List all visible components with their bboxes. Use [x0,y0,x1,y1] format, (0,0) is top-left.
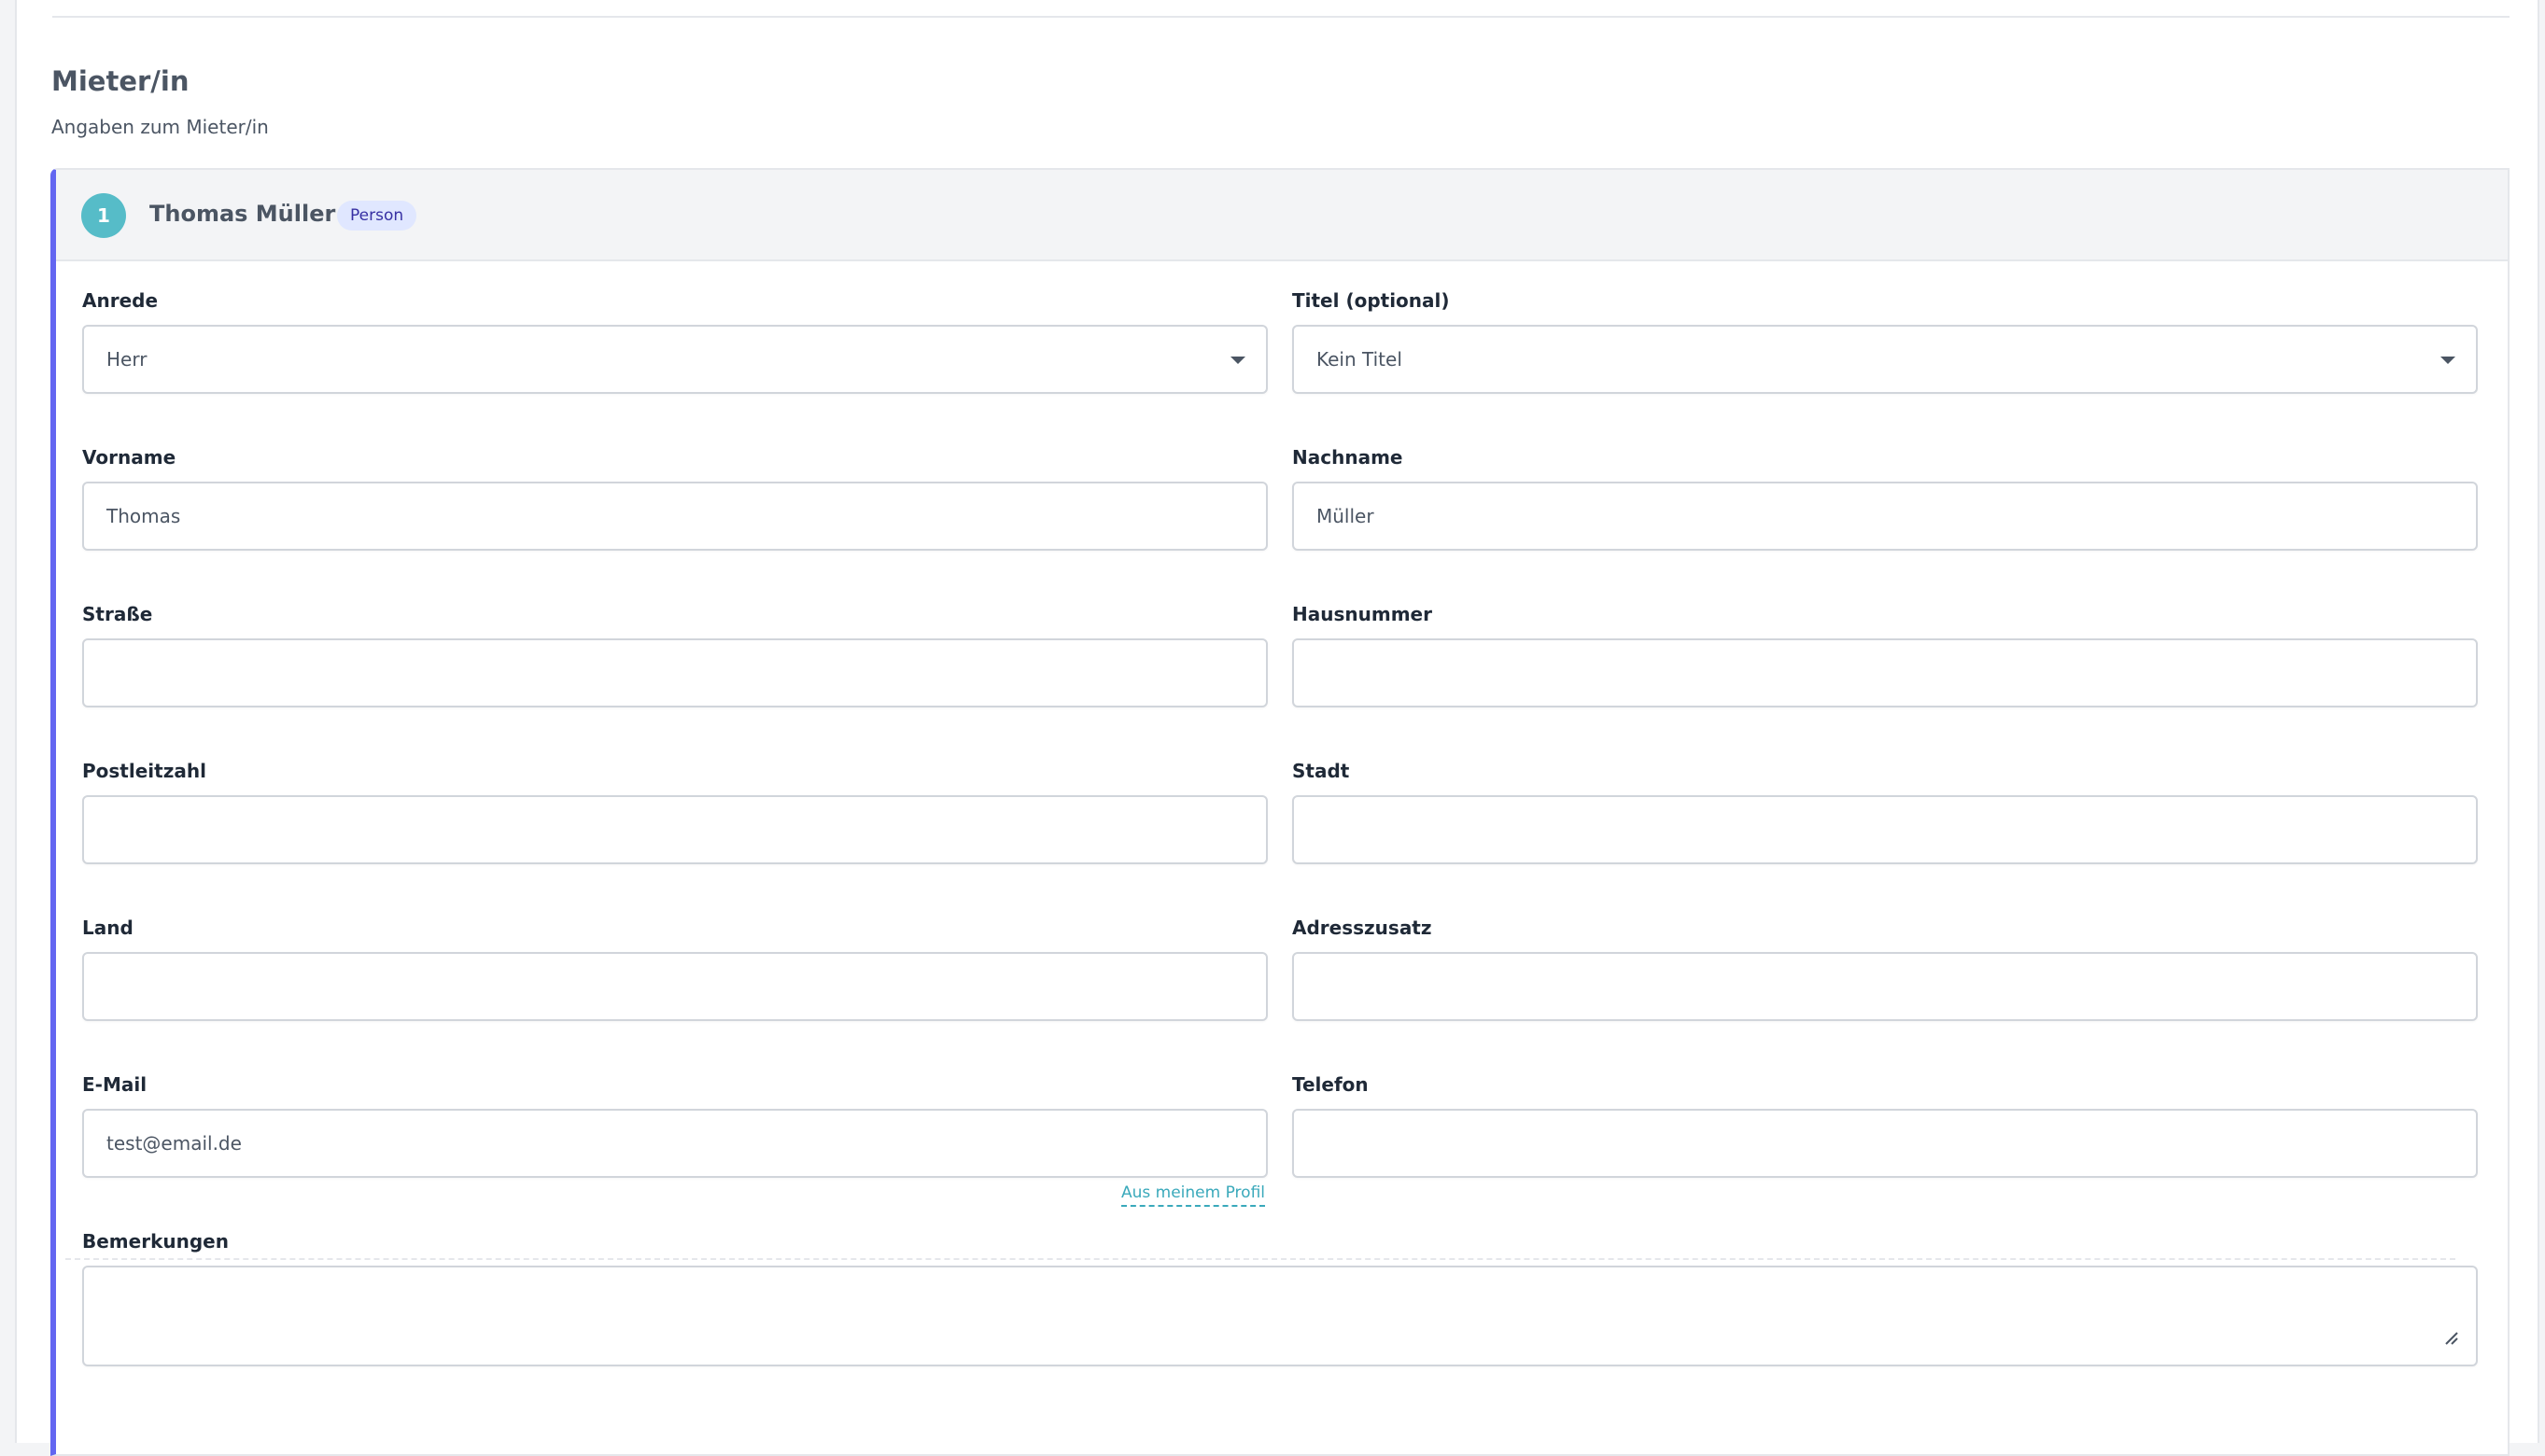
titel-select[interactable]: Kein Titel [1292,325,2478,394]
from-profile-link[interactable]: Aus meinem Profil [1121,1183,1266,1208]
email-value: test@email.de [106,1132,242,1155]
tenant-type-badge: Person [337,201,417,231]
section-title: Mieter/in [51,65,190,97]
anrede-select[interactable]: Herr [82,325,1268,394]
chevron-down-icon [1230,357,1245,364]
stadt-input[interactable] [1292,795,2478,864]
hausnummer-label: Hausnummer [1292,603,1432,625]
tenant-card-header[interactable]: 1 Thomas Müller Person [56,170,2508,261]
page: Mieter/in Angaben zum Mieter/in 1 Thomas… [15,0,2539,1456]
vorname-label: Vorname [82,446,176,469]
top-divider [52,16,2510,18]
bemerkungen-textarea[interactable] [82,1266,2478,1366]
stadt-label: Stadt [1292,760,1350,782]
bottom-dashed-divider [65,1258,2455,1260]
email-input[interactable]: test@email.de [82,1109,1268,1178]
strasse-input[interactable] [82,638,1268,707]
nachname-input[interactable]: Müller [1292,482,2478,551]
telefon-label: Telefon [1292,1073,1369,1096]
titel-label: Titel (optional) [1292,289,1450,312]
postleitzahl-label: Postleitzahl [82,760,206,782]
nachname-label: Nachname [1292,446,1403,469]
land-input[interactable] [82,952,1268,1021]
adresszusatz-input[interactable] [1292,952,2478,1021]
strasse-label: Straße [82,603,153,625]
nachname-value: Müller [1316,505,1374,527]
tenant-card: 1 Thomas Müller Person Anrede Herr Titel… [50,168,2510,1456]
land-label: Land [82,917,134,939]
section-subtitle: Angaben zum Mieter/in [51,116,269,138]
resize-handle-icon[interactable] [2442,1329,2459,1346]
anrede-value: Herr [106,348,148,371]
step-number-badge: 1 [81,193,126,238]
vorname-input[interactable]: Thomas [82,482,1268,551]
chevron-down-icon [2440,357,2455,364]
hausnummer-input[interactable] [1292,638,2478,707]
tenant-name: Thomas Müller [149,201,336,227]
bemerkungen-label: Bemerkungen [82,1230,229,1253]
email-label: E-Mail [82,1073,148,1096]
postleitzahl-input[interactable] [82,795,1268,864]
vorname-value: Thomas [106,505,181,527]
adresszusatz-label: Adresszusatz [1292,917,1432,939]
telefon-input[interactable] [1292,1109,2478,1178]
titel-value: Kein Titel [1316,348,1402,371]
anrede-label: Anrede [82,289,159,312]
